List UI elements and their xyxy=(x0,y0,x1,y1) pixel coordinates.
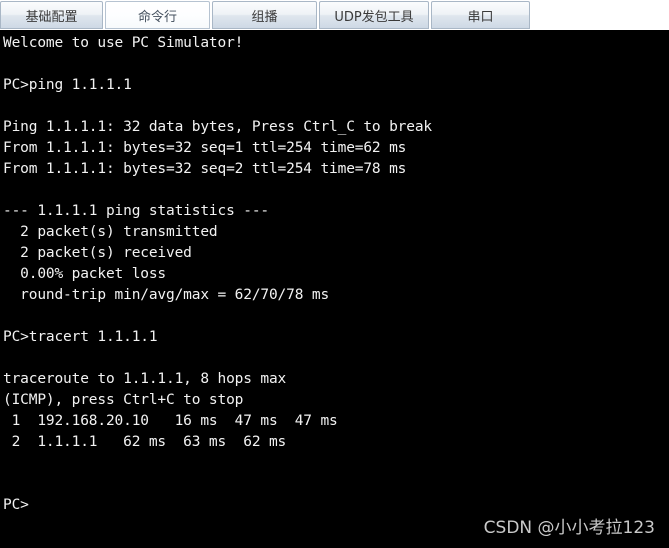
tab-udp-packet-tool[interactable]: UDP发包工具 xyxy=(319,1,429,29)
terminal-line: 2 packet(s) transmitted xyxy=(3,224,218,240)
tab-strip-filler xyxy=(532,0,669,30)
terminal-line: traceroute to 1.1.1.1, 8 hops max xyxy=(3,371,287,387)
terminal-line: PC>ping 1.1.1.1 xyxy=(3,77,132,93)
terminal-line: From 1.1.1.1: bytes=32 seq=2 ttl=254 tim… xyxy=(3,161,407,177)
terminal-line: 1 192.168.20.10 16 ms 47 ms 47 ms xyxy=(3,413,338,429)
tab-serial-port[interactable]: 串口 xyxy=(431,1,530,29)
tab-multicast[interactable]: 组播 xyxy=(212,1,317,29)
tab-label: 串口 xyxy=(467,9,494,25)
tab-command-line[interactable]: 命令行 xyxy=(105,1,210,29)
terminal-line: From 1.1.1.1: bytes=32 seq=1 ttl=254 tim… xyxy=(3,140,407,156)
terminal-line: 2 packet(s) received xyxy=(3,245,192,261)
terminal-line: PC>tracert 1.1.1.1 xyxy=(3,329,158,345)
terminal-line: Ping 1.1.1.1: 32 data bytes, Press Ctrl_… xyxy=(3,119,432,135)
terminal-console[interactable]: Welcome to use PC Simulator! PC>ping 1.1… xyxy=(0,30,669,548)
terminal-output: Welcome to use PC Simulator! PC>ping 1.1… xyxy=(3,33,432,516)
terminal-line: Welcome to use PC Simulator! xyxy=(3,35,244,51)
terminal-line: round-trip min/avg/max = 62/70/78 ms xyxy=(3,287,330,303)
terminal-line: 0.00% packet loss xyxy=(3,266,167,282)
tab-label: 命令行 xyxy=(137,9,177,25)
tab-basic-config[interactable]: 基础配置 xyxy=(0,1,103,29)
tab-label: 组播 xyxy=(251,9,278,25)
tab-label: 基础配置 xyxy=(25,9,78,25)
tab-label: UDP发包工具 xyxy=(334,9,414,25)
watermark-label: CSDN @小小考拉123 xyxy=(483,518,655,538)
terminal-line: --- 1.1.1.1 ping statistics --- xyxy=(3,203,269,219)
terminal-line: (ICMP), press Ctrl+C to stop xyxy=(3,392,244,408)
tab-strip: 基础配置 命令行 组播 UDP发包工具 串口 xyxy=(0,0,669,30)
terminal-line: 2 1.1.1.1 62 ms 63 ms 62 ms xyxy=(3,434,287,450)
pc-simulator-window: 基础配置 命令行 组播 UDP发包工具 串口 Welcome to use PC… xyxy=(0,0,669,548)
terminal-line: PC> xyxy=(3,497,29,513)
